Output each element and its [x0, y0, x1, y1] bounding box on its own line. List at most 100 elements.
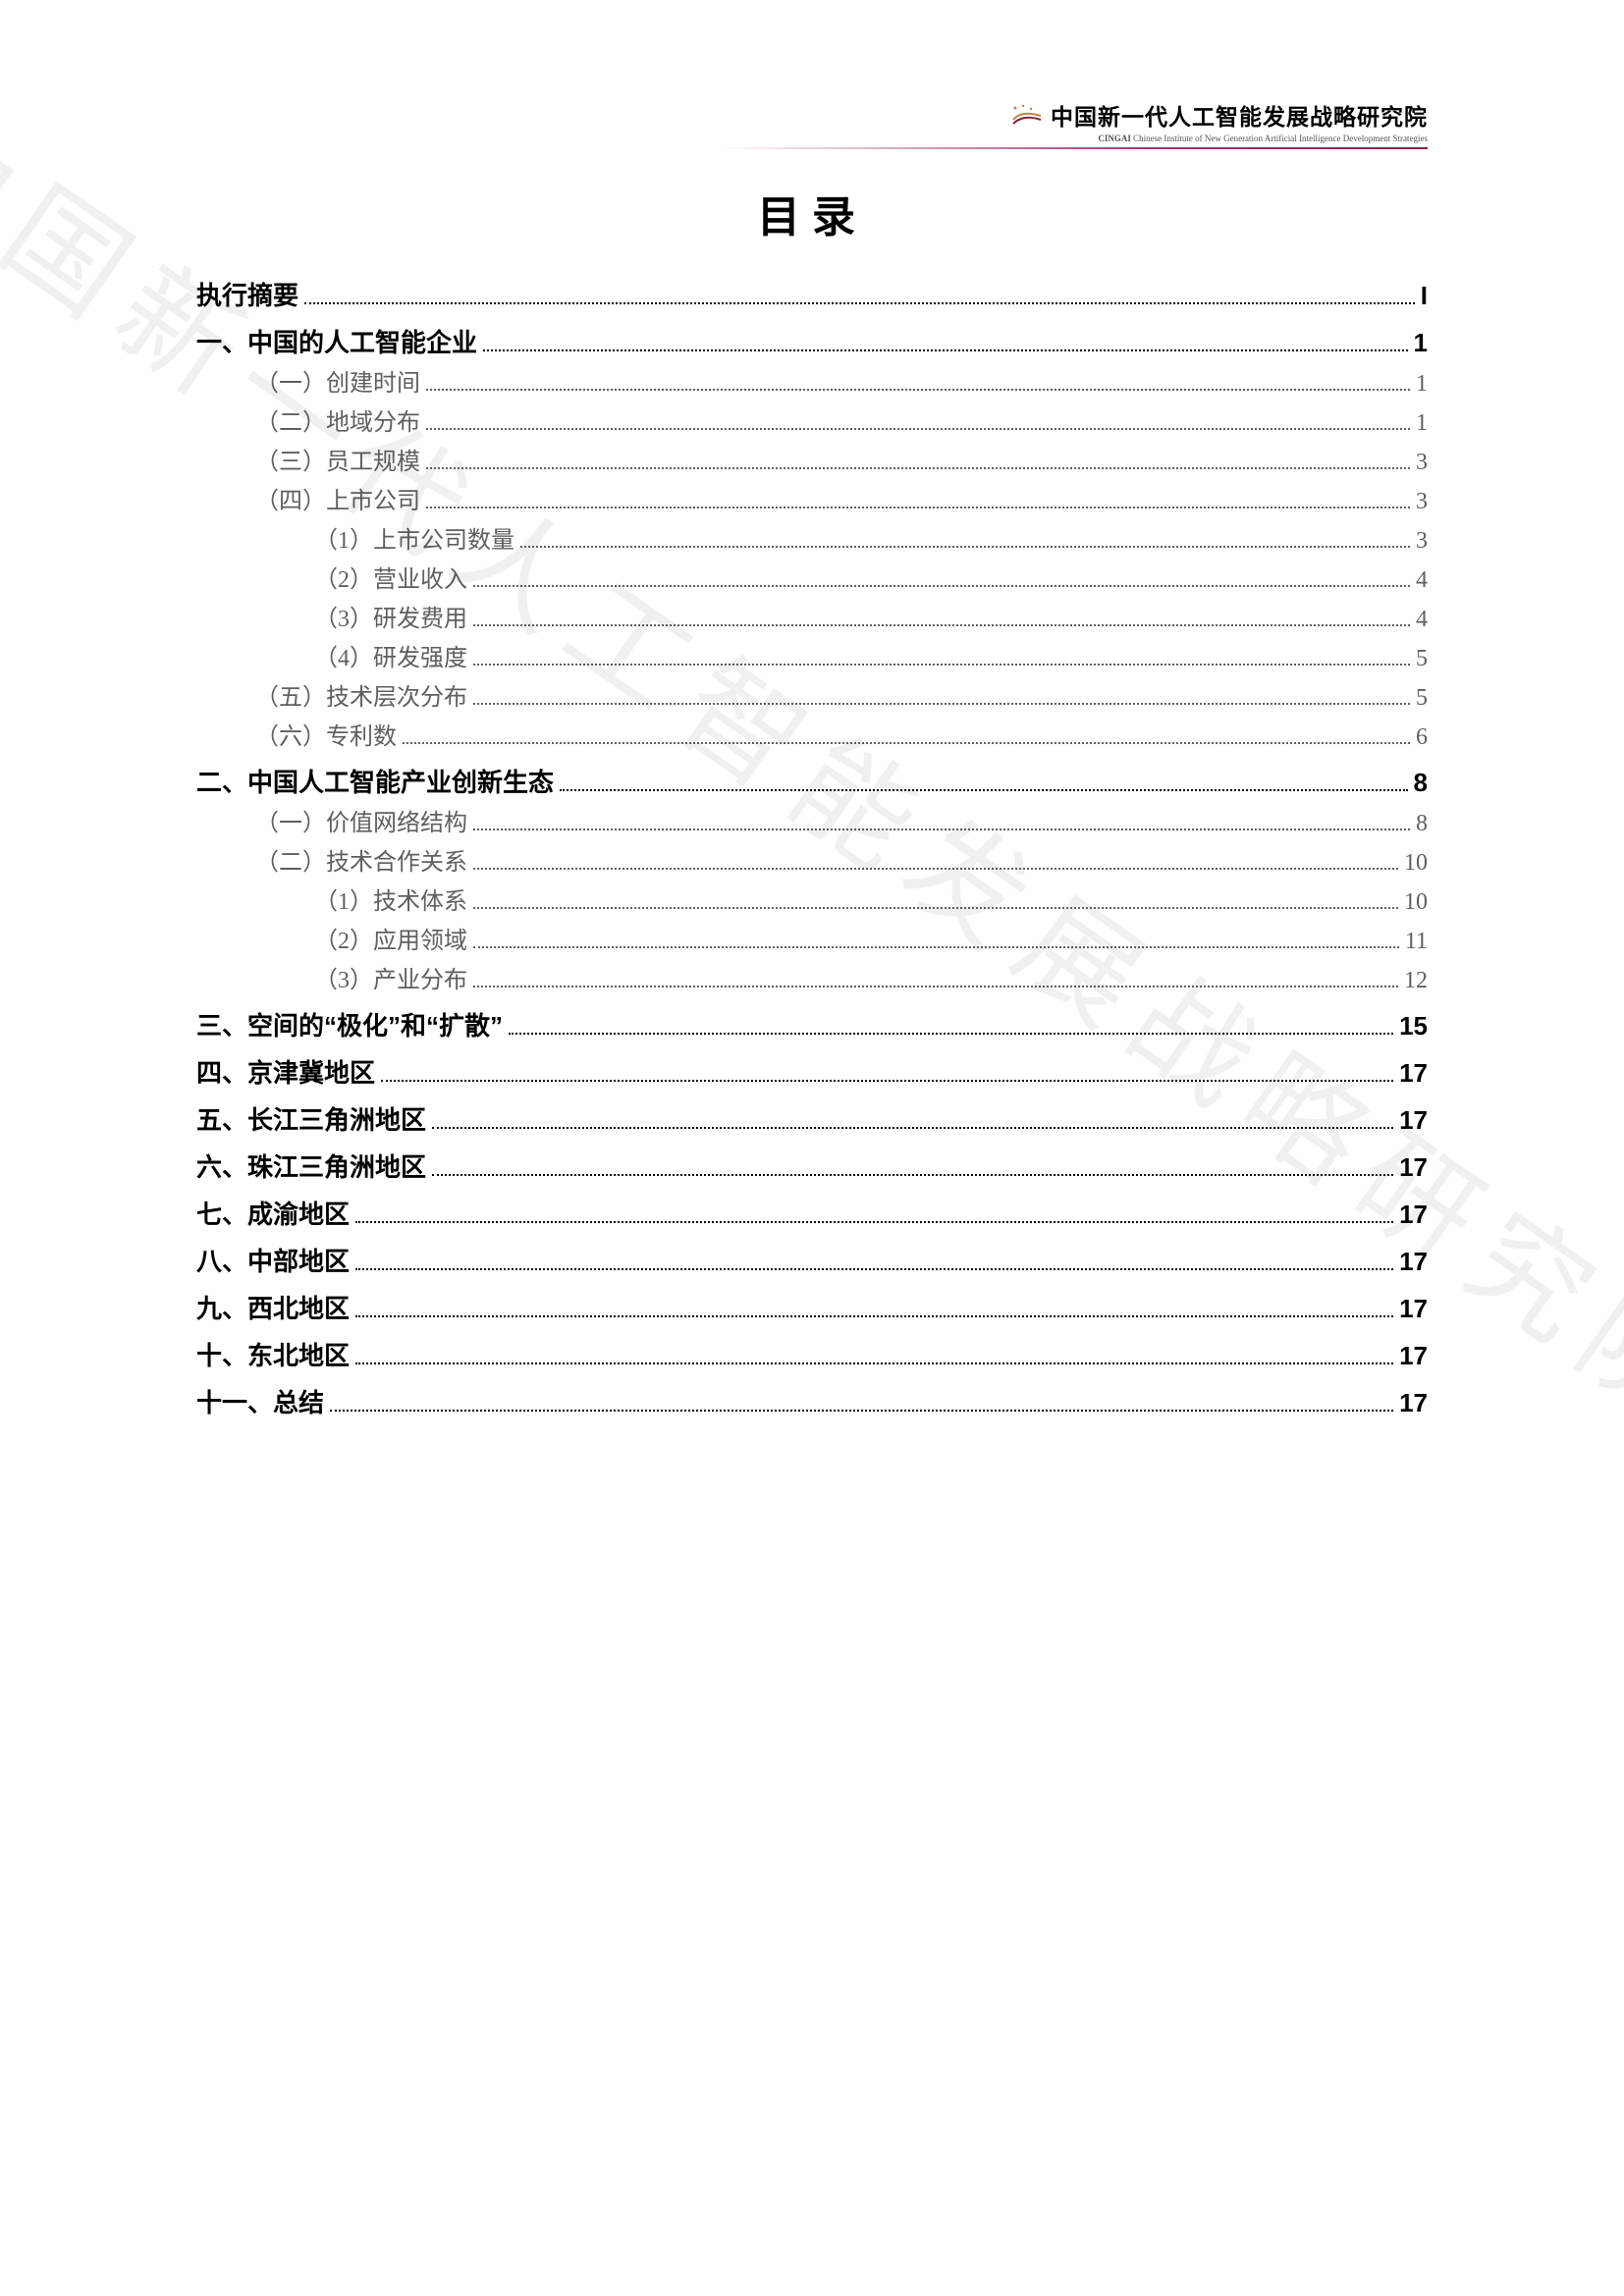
toc-entry-label: 执行摘要	[196, 274, 298, 317]
toc-entry-page: 17	[1399, 1051, 1428, 1095]
toc-entry[interactable]: 十、东北地区17	[196, 1334, 1428, 1377]
toc-entry-label: 九、西北地区	[196, 1287, 350, 1330]
toc-entry-page: 17	[1399, 1146, 1428, 1189]
toc-entry[interactable]: 二、中国人工智能产业创新生态 8	[196, 761, 1428, 804]
page-header: 中国新一代人工智能发展战略研究院 CINGAI Chinese Institut…	[721, 98, 1428, 149]
toc-entry-label: （1）上市公司数量	[314, 521, 514, 561]
toc-entry-page: 17	[1399, 1240, 1428, 1283]
toc-entry-label: 十一、总结	[196, 1381, 324, 1424]
toc-leader	[560, 766, 1408, 791]
toc-entry[interactable]: 三、空间的“极化”和“扩散”15	[196, 1004, 1428, 1047]
toc-title: 目录	[196, 182, 1428, 244]
toc-entry[interactable]: （2）应用领域 11	[196, 922, 1428, 961]
toc-leader	[426, 485, 1410, 508]
toc-entry-page: 8	[1416, 804, 1428, 843]
toc-entry-page: 10	[1404, 882, 1428, 922]
toc-entry-page: 17	[1399, 1193, 1428, 1236]
header-rule	[721, 147, 1428, 149]
toc-leader	[330, 1386, 1393, 1412]
toc-entry[interactable]: 执行摘要 I	[196, 274, 1428, 317]
toc-entry[interactable]: （3）研发费用4	[196, 600, 1428, 639]
toc-leader	[473, 964, 1398, 988]
toc-leader	[473, 846, 1398, 870]
toc-leader	[473, 807, 1410, 830]
toc-entry[interactable]: （1）技术体系10	[196, 882, 1428, 922]
toc-leader	[426, 367, 1410, 391]
toc-entry-page: 17	[1399, 1381, 1428, 1424]
toc-entry-page: 5	[1416, 639, 1428, 678]
toc-entry-label: 七、成渝地区	[196, 1193, 350, 1236]
toc-entry-page: 17	[1399, 1098, 1428, 1142]
org-en-prefix: CINGAI	[1098, 133, 1131, 143]
toc-entry-page: 3	[1416, 443, 1428, 482]
toc-leader	[355, 1292, 1393, 1317]
toc-leader	[432, 1103, 1393, 1129]
logo-icon	[1011, 104, 1043, 126]
toc-entry-page: 5	[1416, 678, 1428, 718]
toc-entry[interactable]: （一）创建时间 1	[196, 364, 1428, 403]
toc-entry[interactable]: （3）产业分布 12	[196, 961, 1428, 1000]
toc-leader	[473, 681, 1410, 705]
toc-entry-page: 1	[1416, 364, 1428, 403]
toc-entry-page: I	[1421, 274, 1428, 317]
toc-leader	[473, 603, 1410, 626]
toc-leader	[403, 721, 1410, 744]
toc-entry-label: （四）上市公司	[255, 482, 420, 521]
toc-entry[interactable]: 四、京津冀地区 17	[196, 1051, 1428, 1095]
toc-entry-label: （一）创建时间	[255, 364, 420, 403]
org-en-full: Chinese Institute of New Generation Arti…	[1133, 133, 1428, 143]
toc-entry[interactable]: 十一、总结 17	[196, 1381, 1428, 1424]
toc-leader	[355, 1245, 1393, 1270]
toc-leader	[355, 1198, 1393, 1223]
toc-entry-page: 4	[1416, 561, 1428, 600]
toc-entry[interactable]: （2）营业收入 4	[196, 561, 1428, 600]
toc-entry-label: 四、京津冀地区	[196, 1051, 375, 1095]
toc-entry[interactable]: 一、中国的人工智能企业1	[196, 321, 1428, 364]
toc-entry[interactable]: （一）价值网络结构8	[196, 804, 1428, 843]
toc-entry[interactable]: （五）技术层次分布 5	[196, 678, 1428, 718]
logo-row: 中国新一代人工智能发展战略研究院	[721, 98, 1428, 132]
toc-entry-page: 4	[1416, 600, 1428, 639]
toc-entry-page: 8	[1414, 761, 1428, 804]
toc-entry-page: 1	[1416, 403, 1428, 443]
toc-entry-label: 二、中国人工智能产业创新生态	[196, 761, 554, 804]
toc-entry[interactable]: 九、西北地区17	[196, 1287, 1428, 1330]
toc-entry[interactable]: 六、珠江三角洲地区17	[196, 1146, 1428, 1189]
toc-entry[interactable]: （六）专利数6	[196, 718, 1428, 757]
toc-entry[interactable]: （二）技术合作关系10	[196, 843, 1428, 882]
toc-entry-page: 11	[1405, 922, 1428, 961]
toc-leader	[432, 1150, 1393, 1176]
toc-entry-label: 五、长江三角洲地区	[196, 1098, 426, 1142]
toc-entry-label: （2）营业收入	[314, 561, 467, 600]
toc-entry[interactable]: （4）研发强度 5	[196, 639, 1428, 678]
toc-entry-label: （2）应用领域	[314, 922, 467, 961]
toc-entry[interactable]: （四）上市公司3	[196, 482, 1428, 521]
toc-entry-label: 三、空间的“极化”和“扩散”	[196, 1004, 503, 1047]
toc-entry-page: 12	[1404, 961, 1428, 1000]
toc: 执行摘要I一、中国的人工智能企业1（一）创建时间1（二）地域分布1（三）员工规模…	[196, 274, 1428, 1424]
toc-leader	[304, 279, 1415, 304]
org-name-en: CINGAI Chinese Institute of New Generati…	[721, 133, 1428, 143]
toc-leader	[483, 326, 1408, 351]
toc-entry-label: 一、中国的人工智能企业	[196, 321, 477, 364]
toc-entry[interactable]: （1）上市公司数量3	[196, 521, 1428, 561]
toc-entry[interactable]: 五、长江三角洲地区 17	[196, 1098, 1428, 1142]
toc-entry-label: （二）地域分布	[255, 403, 420, 443]
toc-entry[interactable]: 八、中部地区 17	[196, 1240, 1428, 1283]
toc-entry[interactable]: （二）地域分布 1	[196, 403, 1428, 443]
toc-entry-label: （六）专利数	[255, 718, 397, 757]
toc-entry[interactable]: 七、成渝地区 17	[196, 1193, 1428, 1236]
toc-leader	[509, 1009, 1393, 1035]
toc-leader	[426, 406, 1410, 430]
toc-entry-label: 八、中部地区	[196, 1240, 350, 1283]
org-name-cn: 中国新一代人工智能发展战略研究院	[1051, 98, 1428, 132]
toc-leader	[381, 1056, 1393, 1082]
toc-leader	[473, 642, 1410, 666]
toc-entry-label: （3）产业分布	[314, 961, 467, 1000]
toc-entry-page: 10	[1404, 843, 1428, 882]
toc-leader	[355, 1339, 1393, 1364]
toc-leader	[473, 925, 1399, 948]
toc-entry-label: （4）研发强度	[314, 639, 467, 678]
toc-entry-label: （五）技术层次分布	[255, 678, 467, 718]
toc-entry[interactable]: （三）员工规模3	[196, 443, 1428, 482]
